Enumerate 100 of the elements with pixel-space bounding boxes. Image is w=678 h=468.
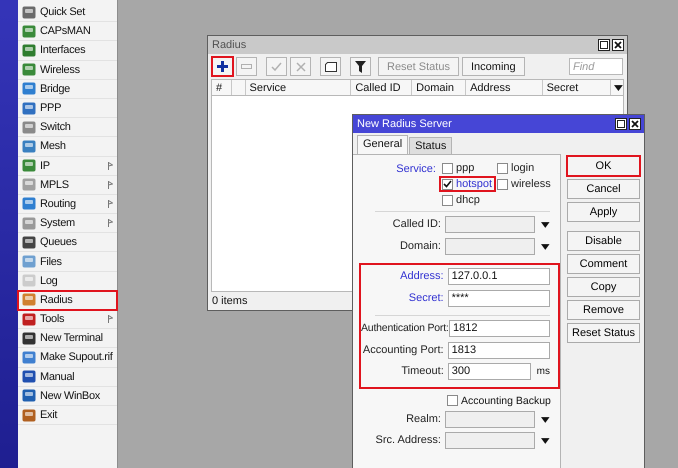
column-header[interactable]: Secret xyxy=(546,82,578,94)
service-option[interactable]: login xyxy=(495,161,550,175)
checkbox[interactable] xyxy=(497,162,508,174)
service-option[interactable]: dhcp xyxy=(440,193,495,207)
menu-item[interactable]: New WinBox xyxy=(18,386,117,406)
checkbox[interactable] xyxy=(447,395,458,406)
menu-item-icon xyxy=(22,236,36,249)
menu-item[interactable]: New Terminal xyxy=(18,329,117,348)
menu-item-icon xyxy=(22,159,36,172)
dropdown-arrow-icon[interactable] xyxy=(541,244,550,250)
checkbox[interactable] xyxy=(497,178,508,190)
input-field[interactable]: 1812 xyxy=(449,320,550,337)
field-label: Realm: xyxy=(405,412,442,426)
menu-item[interactable]: Interfaces xyxy=(18,41,117,61)
field-label: Address: xyxy=(399,269,445,284)
menu-item[interactable]: Radius xyxy=(18,290,117,310)
service-option[interactable]: ppp xyxy=(440,161,495,175)
menu-item-icon xyxy=(22,293,36,306)
tab[interactable]: General xyxy=(357,135,408,154)
checkbox[interactable] xyxy=(442,178,453,190)
menu-item[interactable]: CAPsMAN xyxy=(18,22,117,42)
field-label: Src. Address: xyxy=(374,433,442,448)
menu-item-icon xyxy=(22,178,36,192)
field-label: Timeout: xyxy=(400,364,445,379)
add-button[interactable] xyxy=(212,57,233,76)
column-header[interactable]: # xyxy=(216,82,222,94)
menu-item[interactable]: Bridge xyxy=(18,80,117,99)
menu-item[interactable]: Mesh xyxy=(18,137,117,156)
filter-button[interactable] xyxy=(350,57,371,76)
dropdown-arrow-icon[interactable] xyxy=(541,416,550,422)
dialog-button[interactable]: Comment xyxy=(567,254,640,274)
dropdown-arrow-icon[interactable] xyxy=(541,222,550,228)
column-header[interactable]: Domain xyxy=(416,82,454,94)
dialog-button[interactable]: Reset Status xyxy=(567,323,640,343)
menu-item-icon xyxy=(22,120,36,134)
plus-icon xyxy=(217,61,228,72)
minus-icon xyxy=(241,64,252,69)
column-header[interactable]: Address xyxy=(470,82,510,94)
note-icon xyxy=(324,62,336,72)
service-option[interactable]: wireless xyxy=(495,177,550,191)
menu-item-icon xyxy=(22,24,36,38)
field-label: Called ID: xyxy=(392,217,442,232)
checkbox-option[interactable]: Accounting Backup xyxy=(447,390,551,410)
menu-item-icon xyxy=(22,389,36,402)
close-icon[interactable] xyxy=(612,39,624,51)
cross-icon xyxy=(296,62,306,72)
dialog-button[interactable]: Cancel xyxy=(567,179,640,199)
comment-button[interactable] xyxy=(320,57,341,76)
find-field[interactable]: Find xyxy=(569,58,623,75)
menu-item[interactable]: Make Supout.rif xyxy=(18,348,117,368)
maximize-icon[interactable] xyxy=(615,118,627,130)
menu-item[interactable]: Exit xyxy=(18,406,117,426)
menu-item[interactable]: Log xyxy=(18,272,117,291)
dropdown-arrow-icon[interactable] xyxy=(541,438,550,444)
input-field[interactable]: 300 xyxy=(448,363,531,380)
input-field[interactable]: 1813 xyxy=(448,342,550,358)
menu-item[interactable]: PPP xyxy=(18,98,117,118)
column-header[interactable]: Called ID xyxy=(355,82,401,94)
maximize-icon[interactable] xyxy=(598,39,610,51)
dropdown-arrow-icon[interactable] xyxy=(614,85,624,91)
menu-item-icon xyxy=(22,350,36,364)
menu-item[interactable]: Files xyxy=(18,252,117,272)
menu-item[interactable]: Routing xyxy=(18,194,117,214)
menu-item[interactable]: MPLS xyxy=(18,176,117,195)
field-label: Authentication Port: xyxy=(361,321,449,336)
toolbar-button[interactable]: Incoming xyxy=(462,57,525,76)
menu-item[interactable]: Manual xyxy=(18,368,117,387)
menu-item-icon xyxy=(22,63,36,76)
combo-field[interactable] xyxy=(444,238,536,254)
field-label: Secret: xyxy=(408,290,445,306)
dialog-button[interactable]: Remove xyxy=(567,300,640,320)
dialog-button[interactable]: OK xyxy=(567,156,640,176)
checkbox[interactable] xyxy=(442,162,453,174)
menu-item[interactable]: System xyxy=(18,214,117,234)
check-icon xyxy=(271,62,282,72)
menu-item[interactable]: Switch xyxy=(18,118,117,138)
column-header[interactable]: Service xyxy=(250,82,286,94)
combo-field[interactable] xyxy=(444,410,536,428)
menu-item[interactable]: Wireless xyxy=(18,60,117,80)
tab[interactable]: Status xyxy=(409,137,452,154)
menu-item[interactable]: IP xyxy=(18,156,117,176)
dialog-button[interactable]: Disable xyxy=(567,231,640,251)
menu-item-icon xyxy=(22,312,36,326)
dialog-button[interactable]: Copy xyxy=(567,277,640,297)
status-text: 0 items xyxy=(212,295,248,307)
combo-field[interactable] xyxy=(444,432,536,449)
menu-item-icon xyxy=(22,6,36,19)
menu-item-icon xyxy=(22,255,36,268)
input-field[interactable]: **** xyxy=(448,290,550,306)
combo-field[interactable] xyxy=(444,216,536,233)
service-option[interactable]: hotspot xyxy=(440,177,495,191)
checkbox[interactable] xyxy=(442,194,453,206)
input-field[interactable]: 127.0.0.1 xyxy=(448,268,550,285)
menu-item-icon xyxy=(22,197,36,210)
dialog-button[interactable]: Apply xyxy=(567,202,640,222)
menu-item[interactable]: Tools xyxy=(18,310,117,330)
close-icon[interactable] xyxy=(629,118,641,130)
menu-item-icon xyxy=(22,82,36,96)
menu-item[interactable]: Queues xyxy=(18,233,117,252)
menu-item[interactable]: Quick Set xyxy=(18,3,117,22)
